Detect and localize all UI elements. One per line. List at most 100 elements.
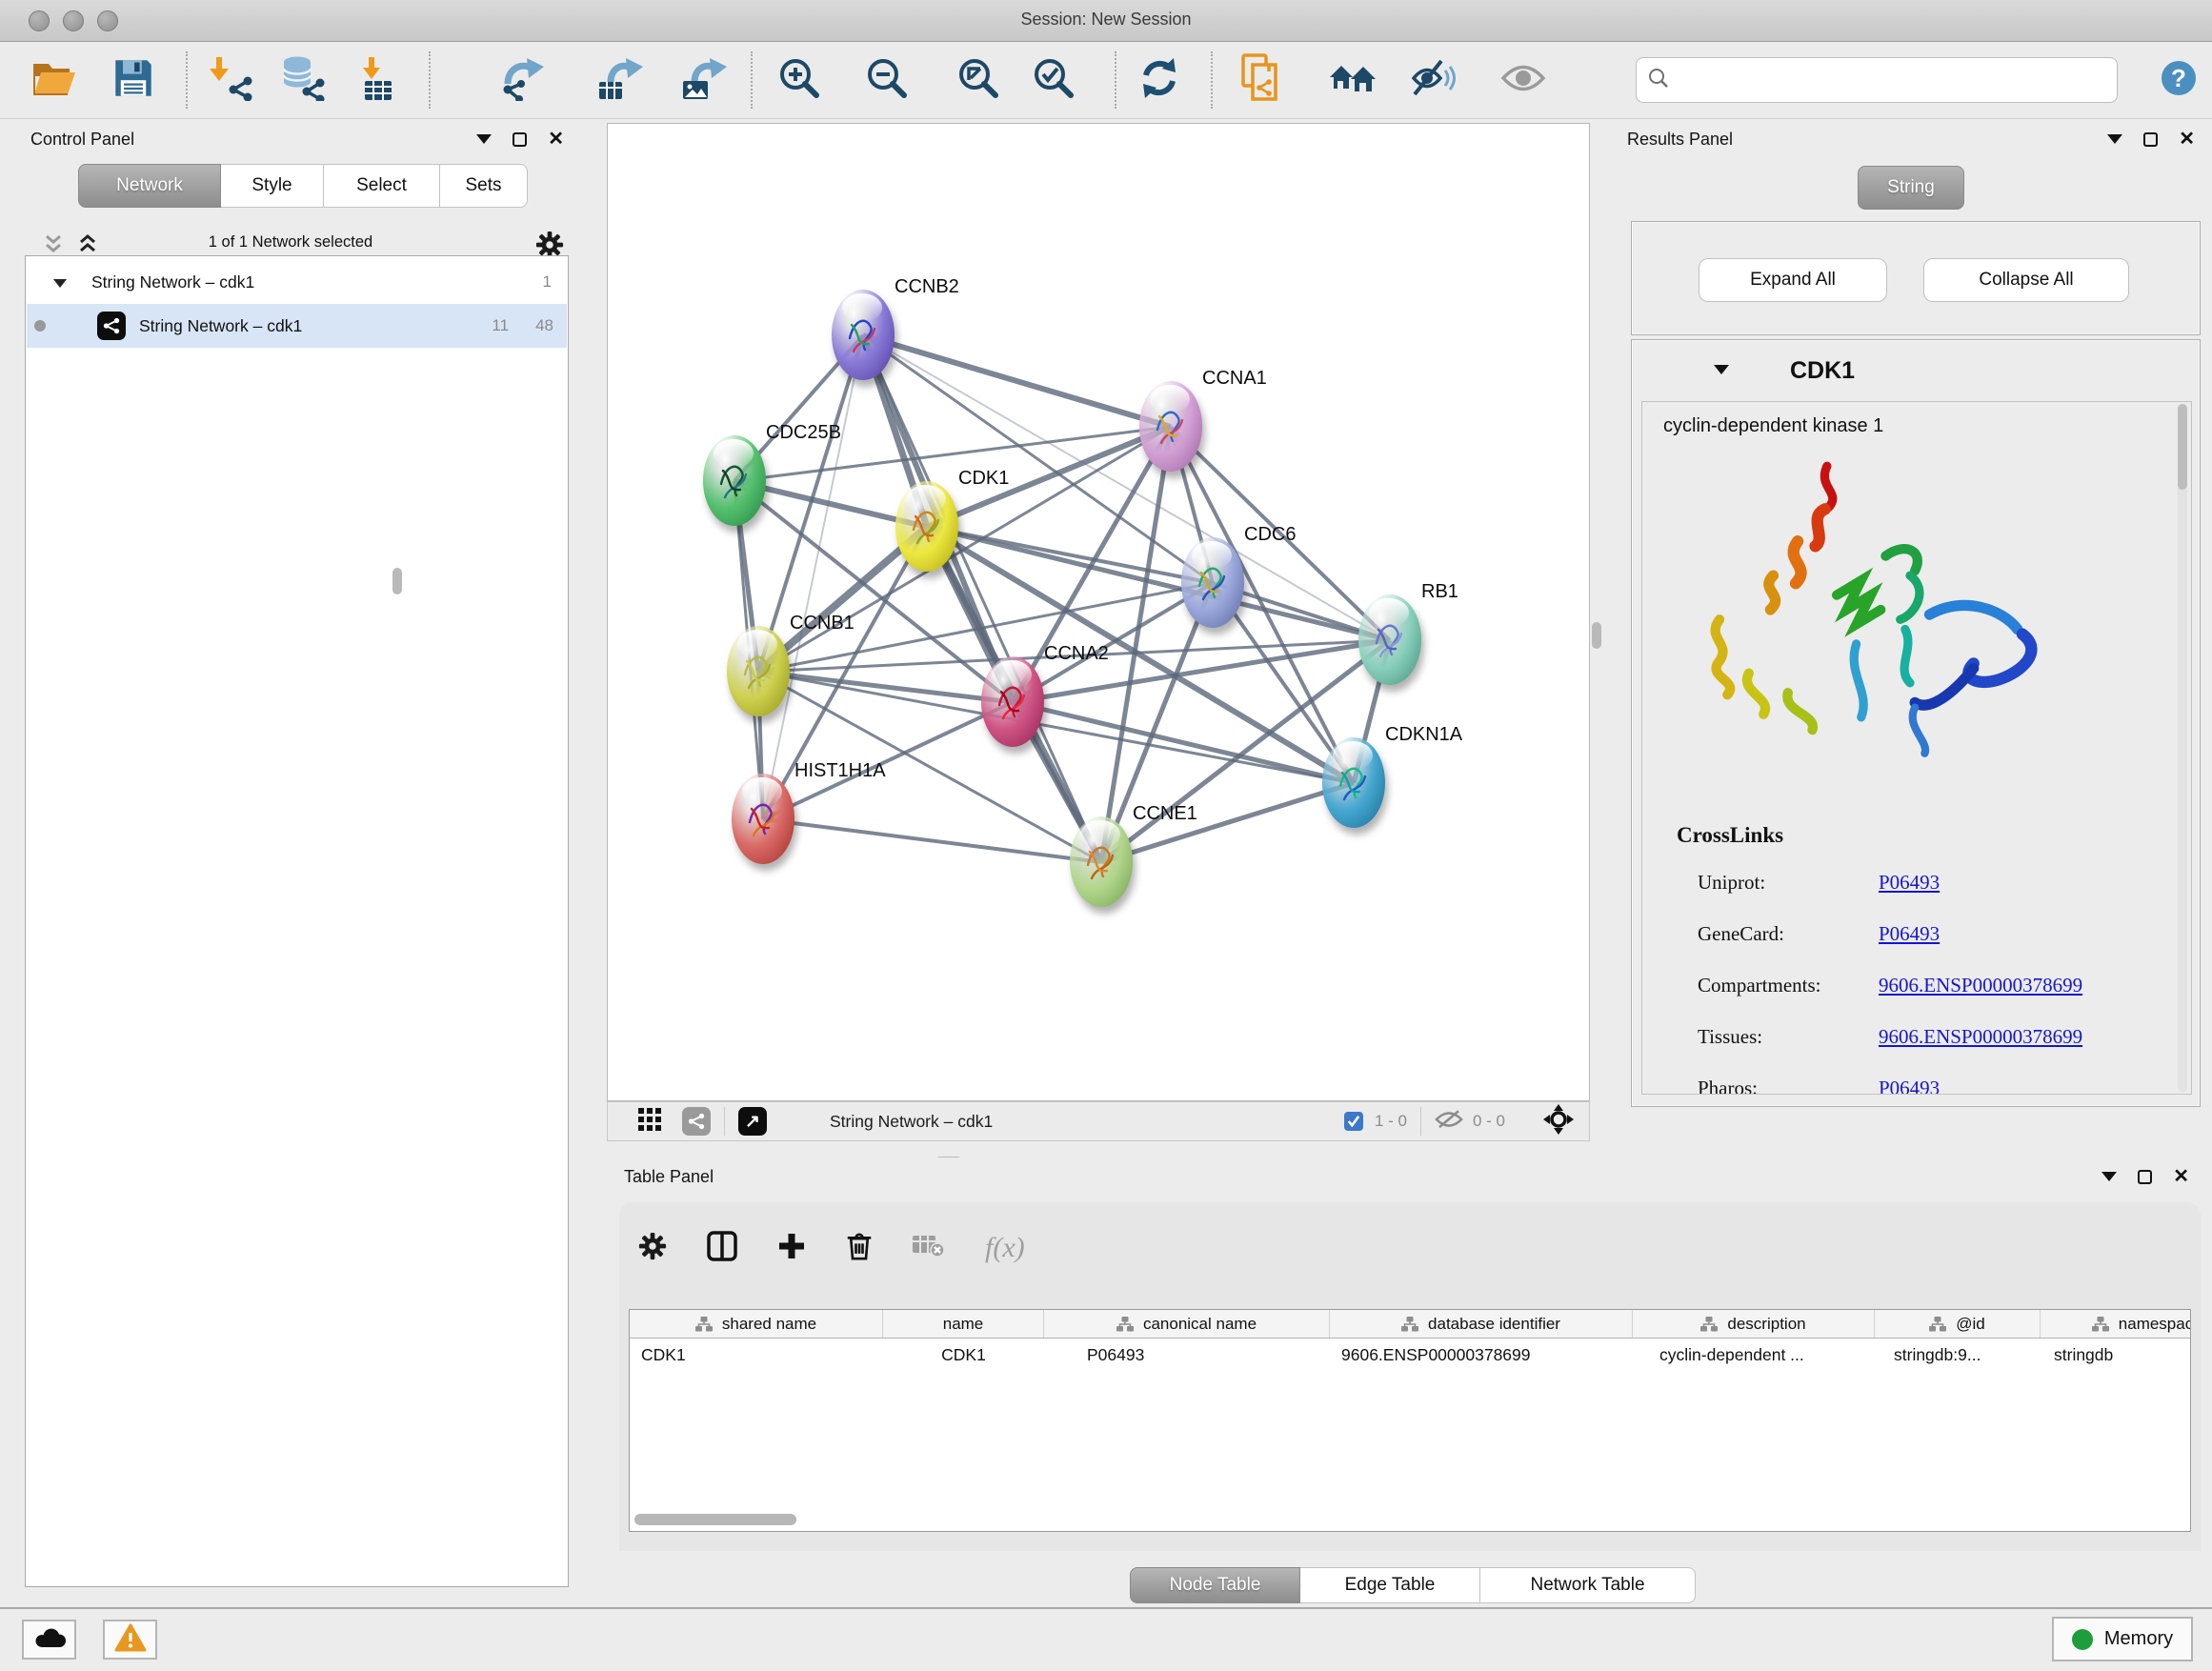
- collapse-protein-icon[interactable]: [1714, 362, 1729, 379]
- panel-float-button[interactable]: [2101, 1169, 2117, 1186]
- show-columns-icon[interactable]: [707, 1231, 737, 1266]
- network-node-CDC25B[interactable]: [703, 435, 766, 526]
- network-edges[interactable]: [608, 124, 1590, 1101]
- zoom-selected-button[interactable]: [1026, 52, 1081, 108]
- string-style-icon[interactable]: [682, 1107, 711, 1136]
- import-network-file-button[interactable]: [204, 52, 259, 108]
- tree-expand-icon[interactable]: [53, 272, 67, 292]
- crosslink-link[interactable]: 9606.ENSP00000378699: [1879, 1025, 2082, 1049]
- show-hide-button[interactable]: [1496, 52, 1551, 108]
- open-session-button[interactable]: [27, 52, 82, 108]
- cell-canonical-name[interactable]: P06493: [1044, 1339, 1330, 1371]
- network-node-CDC6[interactable]: [1181, 537, 1244, 628]
- warning-button[interactable]: [103, 1620, 157, 1660]
- tab-style[interactable]: Style: [221, 164, 324, 208]
- column-label: description: [1727, 1315, 1805, 1334]
- tab-string[interactable]: String: [1858, 166, 1964, 210]
- expand-all-button[interactable]: Expand All: [1699, 258, 1887, 302]
- memory-button[interactable]: Memory: [2052, 1617, 2193, 1661]
- splitter-handle-right[interactable]: [1592, 622, 1601, 649]
- panel-float-button[interactable]: [2107, 131, 2122, 149]
- refresh-button[interactable]: [1132, 52, 1187, 108]
- tab-network-table[interactable]: Network Table: [1480, 1567, 1696, 1603]
- zoom-out-button[interactable]: [859, 52, 915, 108]
- column-header-canonical-name[interactable]: canonical name: [1044, 1310, 1330, 1338]
- network-current-dot: [34, 320, 46, 332]
- help-button[interactable]: ?: [2151, 52, 2206, 108]
- open-in-window-icon[interactable]: ↗: [738, 1107, 767, 1136]
- network-node-CCNB2[interactable]: [832, 290, 895, 380]
- crosslink-link[interactable]: P06493: [1879, 871, 1940, 895]
- column-header-shared-name[interactable]: shared name: [630, 1310, 883, 1338]
- zoom-fit-button[interactable]: [951, 52, 1006, 108]
- graphics-details-button[interactable]: [1406, 52, 1461, 108]
- network-canvas[interactable]: CCNB2CCNA1CDC25BCDK1CDC6RB1CCNB1CCNA2CDK…: [607, 123, 1590, 1101]
- horizontal-scrollbar-thumb[interactable]: [634, 1514, 796, 1525]
- crosslink-link[interactable]: P06493: [1879, 1077, 1940, 1095]
- home-button[interactable]: [1325, 52, 1380, 108]
- crosslink-link[interactable]: 9606.ENSP00000378699: [1879, 974, 2082, 997]
- export-table-button[interactable]: [593, 52, 648, 108]
- export-network-button[interactable]: [495, 52, 551, 108]
- clone-network-button[interactable]: [1234, 52, 1289, 108]
- cell-name[interactable]: CDK1: [883, 1339, 1044, 1371]
- network-row-selected[interactable]: String Network – cdk1 11 48: [27, 304, 567, 348]
- search-input[interactable]: [1677, 70, 2096, 91]
- column-header--id[interactable]: @id: [1875, 1310, 2041, 1338]
- results-scrollbar[interactable]: [2178, 404, 2187, 1092]
- cell-shared-name[interactable]: CDK1: [630, 1339, 883, 1371]
- table-container: f(x) shared namenamecanonical namedataba…: [619, 1202, 2201, 1551]
- tab-node-table[interactable]: Node Table: [1130, 1567, 1300, 1603]
- cell-database-identifier[interactable]: 9606.ENSP00000378699: [1330, 1339, 1633, 1371]
- cell--id[interactable]: stringdb:9...: [1875, 1339, 2041, 1371]
- network-node-CCNB1[interactable]: [727, 626, 790, 716]
- tab-sets[interactable]: Sets: [440, 164, 528, 208]
- column-header-name[interactable]: name: [883, 1310, 1044, 1338]
- save-session-button[interactable]: [106, 52, 161, 108]
- column-header-database-identifier[interactable]: database identifier: [1330, 1310, 1633, 1338]
- crosslink-link[interactable]: P06493: [1879, 922, 1940, 946]
- string-network-icon: [97, 312, 126, 340]
- tab-edge-table[interactable]: Edge Table: [1300, 1567, 1480, 1603]
- panel-maximize-button[interactable]: [2138, 1170, 2152, 1184]
- import-table-button[interactable]: [347, 52, 402, 108]
- panel-close-button[interactable]: ✕: [2179, 132, 2195, 147]
- network-node-RB1[interactable]: [1358, 594, 1421, 685]
- cloud-button[interactable]: [22, 1620, 76, 1660]
- export-image-button[interactable]: [676, 52, 732, 108]
- tab-select[interactable]: Select: [324, 164, 440, 208]
- tab-network[interactable]: Network: [78, 164, 221, 208]
- network-node-CDK1[interactable]: [895, 481, 958, 572]
- network-node-HIST1H1A[interactable]: [732, 774, 794, 864]
- selected-checkbox[interactable]: [1344, 1112, 1363, 1131]
- column-header-description[interactable]: description: [1633, 1310, 1875, 1338]
- panel-close-button[interactable]: ✕: [548, 132, 564, 147]
- search-box[interactable]: [1636, 57, 2118, 103]
- import-network-database-button[interactable]: [274, 52, 330, 108]
- column-header-namespac[interactable]: namespac: [2041, 1310, 2191, 1338]
- table-row[interactable]: CDK1CDK1P064939606.ENSP00000378699cyclin…: [630, 1339, 2190, 1371]
- crosslink-label: Pharos:: [1698, 1077, 1758, 1095]
- network-node-CCNA2[interactable]: [981, 656, 1044, 747]
- table-options-gear-icon[interactable]: [638, 1232, 667, 1265]
- network-node-CDKN1A[interactable]: [1322, 737, 1385, 828]
- cell-namespac[interactable]: stringdb: [2041, 1339, 2191, 1371]
- network-node-CCNA1[interactable]: [1139, 381, 1202, 472]
- database-icon: [278, 55, 326, 106]
- cell-description[interactable]: cyclin-dependent ...: [1633, 1339, 1875, 1371]
- cell-value: cyclin-dependent ...: [1659, 1345, 1804, 1365]
- network-node-CCNE1[interactable]: [1070, 816, 1133, 907]
- column-label: database identifier: [1428, 1315, 1560, 1334]
- collapse-all-button[interactable]: Collapse All: [1923, 258, 2129, 302]
- grid-view-icon[interactable]: [638, 1108, 661, 1136]
- splitter-handle-left[interactable]: [392, 568, 402, 594]
- network-collection-row[interactable]: String Network – cdk1 1: [27, 260, 567, 304]
- panel-float-button[interactable]: [476, 131, 492, 149]
- panel-maximize-button[interactable]: [2143, 132, 2158, 147]
- panel-maximize-button[interactable]: [513, 132, 527, 147]
- panel-close-button[interactable]: ✕: [2173, 1170, 2189, 1184]
- delete-column-icon[interactable]: [846, 1231, 873, 1266]
- pan-crosshair-icon[interactable]: [1543, 1104, 1574, 1139]
- zoom-in-button[interactable]: [772, 52, 827, 108]
- add-column-icon[interactable]: [777, 1232, 806, 1265]
